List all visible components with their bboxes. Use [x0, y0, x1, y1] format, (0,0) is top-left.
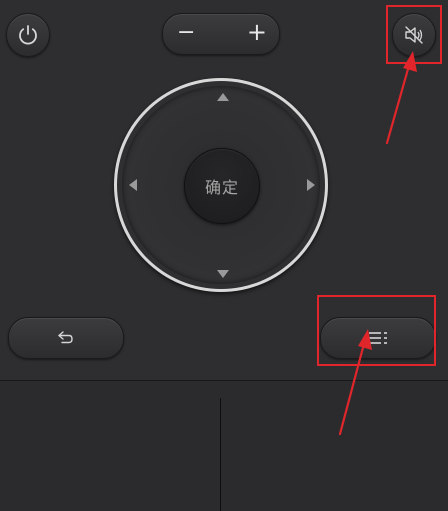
back-return-icon	[58, 331, 73, 344]
back-button[interactable]	[8, 317, 124, 359]
touchpad[interactable]	[0, 381, 448, 511]
ok-button[interactable]: 确定	[184, 148, 260, 224]
annotation-arrow-mute	[385, 51, 417, 145]
volume-control: − +	[162, 13, 280, 55]
arrow-left-icon[interactable]	[129, 179, 137, 191]
volume-up-button[interactable]: +	[247, 18, 267, 46]
highlight-box-menu	[317, 295, 436, 366]
touchpad-divider	[220, 398, 221, 511]
highlight-box-mute	[386, 5, 442, 64]
volume-down-button[interactable]: −	[177, 20, 195, 45]
power-icon	[19, 25, 37, 45]
arrow-down-icon[interactable]	[217, 270, 229, 278]
arrow-right-icon[interactable]	[307, 179, 315, 191]
power-button[interactable]	[6, 13, 50, 57]
arrow-up-icon[interactable]	[217, 93, 229, 101]
